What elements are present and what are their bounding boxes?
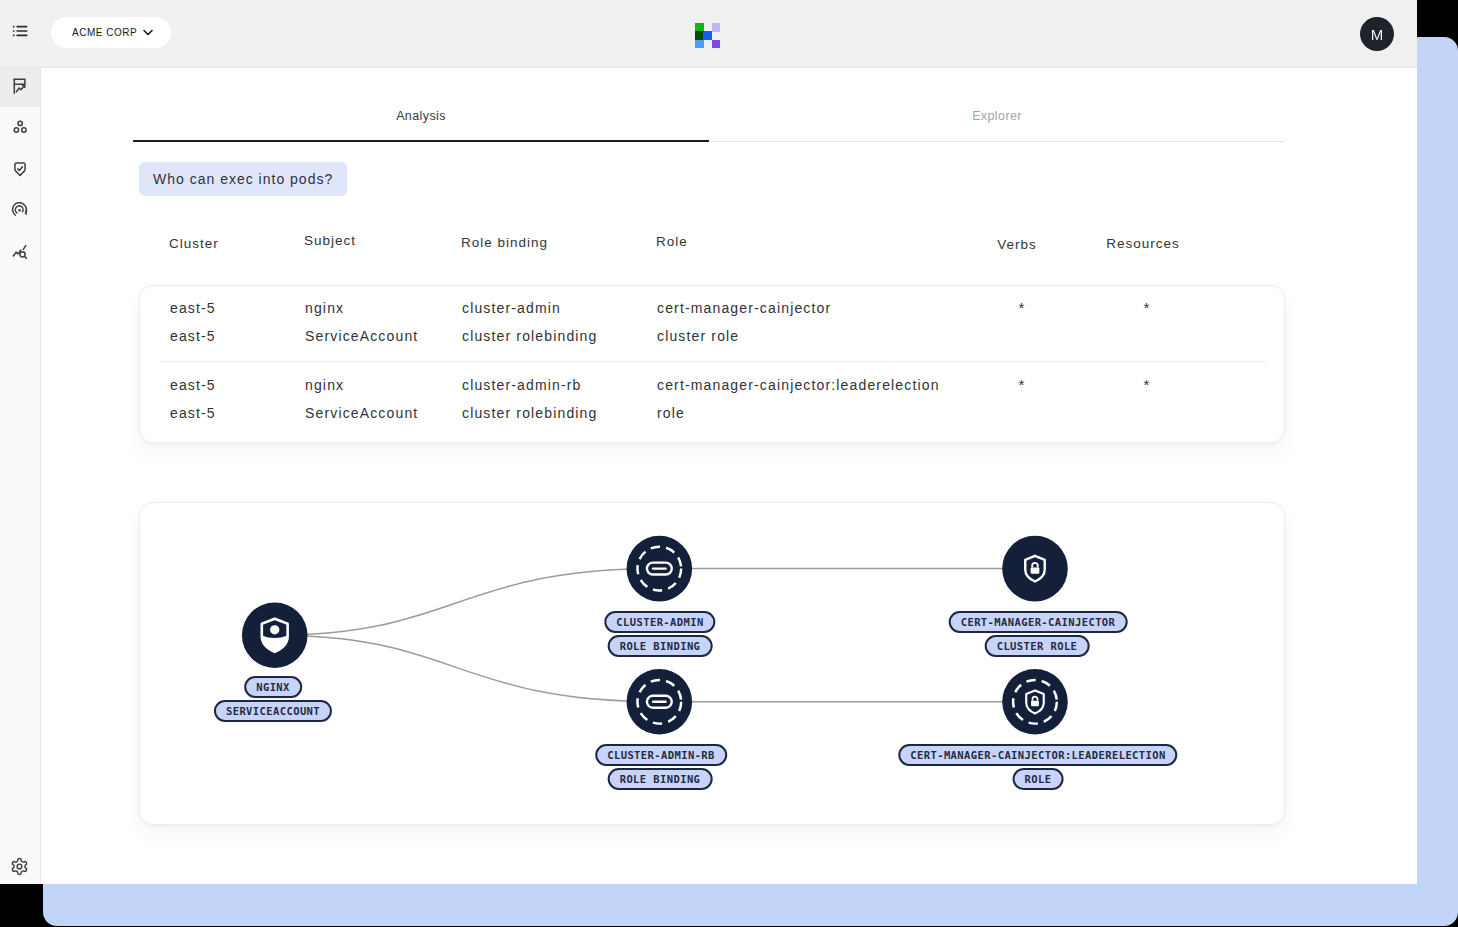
column-header-role: Role	[656, 234, 688, 249]
cell-role: cluster role	[657, 328, 739, 344]
cell-role: cert-manager-cainjector:leaderelection	[657, 377, 940, 393]
node-type-label: SERVICEACCOUNT	[214, 700, 332, 722]
org-name: ACME CORP	[72, 27, 137, 38]
query-chip[interactable]: Who can exec into pods?	[139, 162, 347, 196]
tab-analysis[interactable]: Analysis	[133, 99, 709, 142]
cell-role-binding: cluster-admin	[462, 300, 561, 316]
cell-cluster: east-5	[170, 328, 216, 344]
cell-subject: ServiceAccount	[305, 405, 418, 421]
column-header-subject: Subject	[304, 233, 356, 248]
cell-subject: nginx	[305, 300, 344, 316]
cell-verbs: *	[1019, 376, 1026, 393]
results-table: east-5 nginx cluster-admin cert-manager-…	[139, 285, 1285, 443]
cell-role: cert-manager-cainjector	[657, 300, 831, 316]
node-label: CERT-MANAGER-CAINJECTOR	[949, 611, 1128, 633]
node-label: NGINX	[244, 676, 302, 698]
graph-node-role-2[interactable]	[1002, 669, 1068, 735]
node-label: CLUSTER-ADMIN	[604, 611, 715, 633]
tabbar: Analysis Explorer	[133, 99, 1285, 142]
column-header-resources: Resources	[1106, 236, 1180, 251]
cell-verbs: *	[1019, 299, 1026, 316]
cell-role-binding: cluster rolebinding	[462, 328, 597, 344]
cell-cluster: east-5	[170, 377, 216, 393]
graph-node-rolebinding-1[interactable]	[627, 536, 693, 602]
node-type-label: CLUSTER ROLE	[985, 635, 1090, 657]
node-type-label: ROLE	[1013, 768, 1064, 790]
app-window: ACME CORP M	[0, 0, 1417, 884]
table-row[interactable]: east-5 nginx cluster-admin cert-manager-…	[140, 286, 1284, 361]
user-avatar[interactable]: M	[1360, 17, 1394, 51]
node-label: CLUSTER-ADMIN-RB	[595, 744, 727, 766]
chevron-down-icon	[143, 29, 153, 36]
cell-role-binding: cluster-admin-rb	[462, 377, 582, 393]
graph-node-rolebinding-2[interactable]	[627, 669, 693, 735]
cell-role: role	[657, 405, 685, 421]
sidebar-item-trends chart-search-icon[interactable]	[10, 242, 30, 262]
sidebar-item-detections radar-alert-icon[interactable]	[10, 200, 30, 220]
rbac-graph: NGINX SERVICEACCOUNT CLUSTER-ADMIN ROLE …	[139, 502, 1285, 825]
node-type-label: ROLE BINDING	[608, 768, 713, 790]
column-header-cluster: Cluster	[169, 236, 219, 251]
cell-role-binding: cluster rolebinding	[462, 405, 597, 421]
column-header-role-binding: Role binding	[461, 235, 548, 250]
app-logo-icon	[695, 23, 721, 49]
node-type-label: ROLE BINDING	[608, 635, 713, 657]
sidebar	[0, 68, 41, 884]
cell-resources: *	[1144, 376, 1151, 393]
settings-button gear-icon[interactable]	[10, 856, 30, 876]
sidebar-item-analysis flag-chart-icon[interactable]	[10, 76, 30, 96]
topbar: ACME CORP M	[0, 0, 1417, 68]
node-label: CERT-MANAGER-CAINJECTOR:LEADERELECTION	[898, 744, 1177, 766]
cell-subject: ServiceAccount	[305, 328, 418, 344]
sidebar-item-clusters nodes-icon[interactable]	[10, 117, 30, 137]
column-header-verbs: Verbs	[997, 237, 1037, 252]
cell-subject: nginx	[305, 377, 344, 393]
tab-explorer[interactable]: Explorer	[709, 99, 1285, 142]
cell-cluster: east-5	[170, 300, 216, 316]
org-switcher-button[interactable]: ACME CORP	[51, 17, 171, 48]
avatar-initial: M	[1371, 26, 1384, 43]
graph-node-subject[interactable]	[242, 602, 308, 668]
table-row[interactable]: east-5 nginx cluster-admin-rb cert-manag…	[140, 362, 1284, 442]
graph-node-role-1[interactable]	[1002, 536, 1068, 602]
cell-resources: *	[1144, 299, 1151, 316]
cell-cluster: east-5	[170, 405, 216, 421]
table-header: Cluster Subject Role binding Role Verbs …	[139, 231, 1285, 261]
sidebar-item-policies shield-check-icon[interactable]	[10, 159, 30, 179]
menu-list-icon[interactable]	[10, 21, 30, 41]
